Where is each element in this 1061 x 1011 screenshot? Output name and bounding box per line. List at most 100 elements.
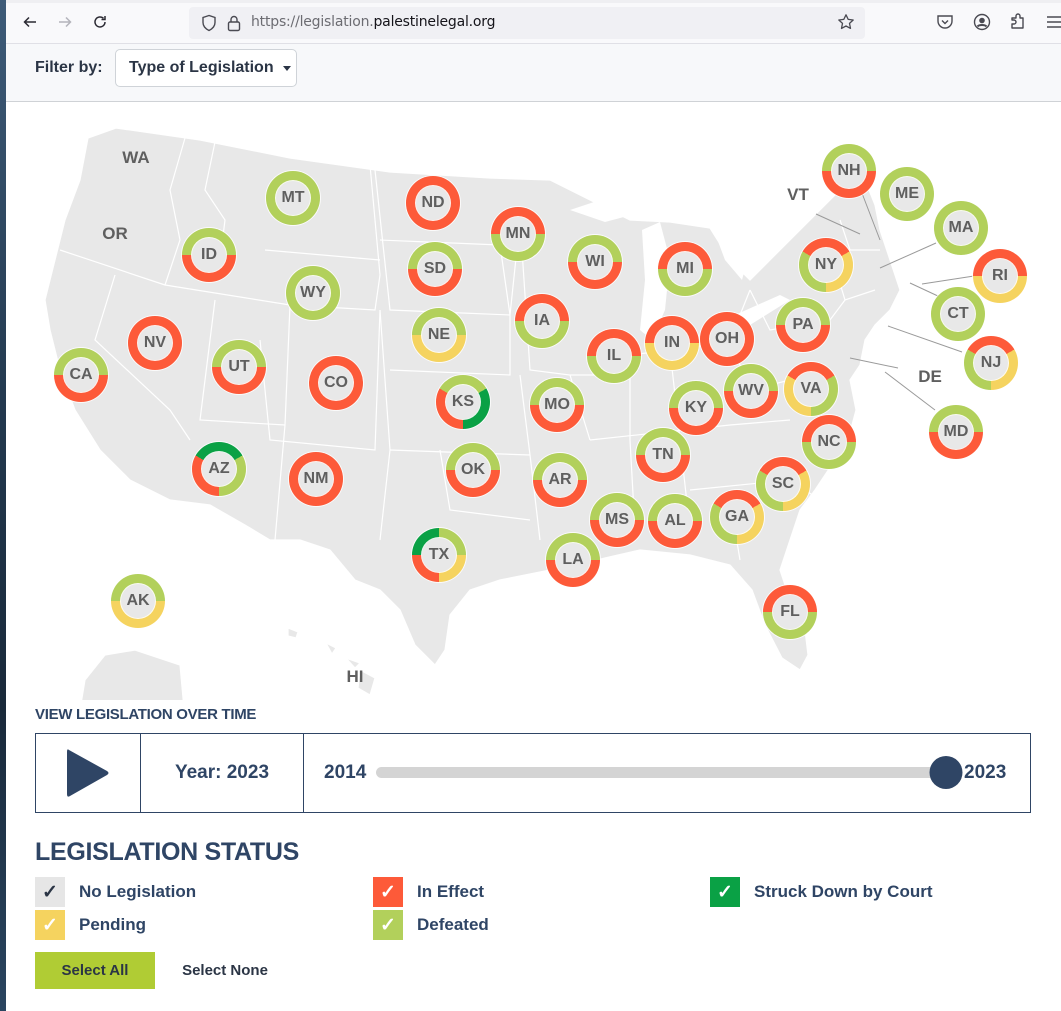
legend-label: Defeated (417, 915, 489, 934)
state-donut-ms[interactable]: MS (590, 493, 644, 547)
pocket-icon[interactable] (935, 12, 955, 32)
account-icon[interactable] (972, 12, 992, 32)
legend-item-pending[interactable]: ✓ Pending (35, 910, 146, 940)
legend-label: Struck Down by Court (754, 882, 933, 901)
state-donut-ok[interactable]: OK (446, 443, 500, 497)
reload-button[interactable] (88, 10, 112, 34)
year-slider: 2014 2023 (304, 734, 1030, 812)
state-donut-md[interactable]: MD (929, 405, 983, 459)
state-label-hi[interactable]: HI (347, 667, 364, 687)
state-donut-wi[interactable]: WI (568, 235, 622, 289)
state-donut-nc[interactable]: NC (802, 415, 856, 469)
state-donut-mi[interactable]: MI (658, 242, 712, 296)
checkbox-struck-down[interactable]: ✓ (710, 877, 740, 907)
state-donut-mo[interactable]: MO (530, 378, 584, 432)
state-abbr-label: CT (941, 297, 975, 331)
select-all-button[interactable]: Select All (35, 952, 155, 989)
state-label-or[interactable]: OR (102, 224, 128, 244)
state-donut-ia[interactable]: IA (515, 294, 569, 348)
state-donut-nh[interactable]: NH (822, 144, 876, 198)
state-donut-al[interactable]: AL (648, 494, 702, 548)
state-donut-tn[interactable]: TN (636, 428, 690, 482)
state-abbr-label: MS (600, 503, 634, 537)
state-donut-oh[interactable]: OH (700, 312, 754, 366)
url-text[interactable]: https://legislation.palestinelegal.org (251, 14, 496, 30)
state-donut-wv[interactable]: WV (724, 364, 778, 418)
state-donut-sd[interactable]: SD (408, 242, 462, 296)
state-label-vt[interactable]: VT (787, 185, 809, 205)
state-abbr-label: RI (983, 259, 1017, 293)
state-donut-ut[interactable]: UT (212, 340, 266, 394)
state-donut-fl[interactable]: FL (763, 585, 817, 639)
shield-icon[interactable] (201, 14, 217, 32)
select-none-button[interactable]: Select None (170, 952, 280, 989)
checkbox-in-effect[interactable]: ✓ (373, 877, 403, 907)
checkbox-no-legislation[interactable]: ✓ (35, 877, 65, 907)
extensions-icon[interactable] (1008, 12, 1028, 32)
filter-bar: Filter by: Type of Legislation (6, 44, 1061, 102)
legend-item-defeated[interactable]: ✓ Defeated (373, 910, 489, 940)
back-button[interactable] (18, 10, 42, 34)
state-donut-sc[interactable]: SC (756, 457, 810, 511)
legend-item-no-legislation[interactable]: ✓ No Legislation (35, 877, 196, 907)
state-abbr-label: MT (276, 181, 310, 215)
bookmark-star-icon[interactable] (837, 13, 855, 31)
state-donut-wy[interactable]: WY (286, 266, 340, 320)
timeline-title: VIEW LEGISLATION OVER TIME (35, 706, 257, 723)
state-donut-ky[interactable]: KY (669, 381, 723, 435)
state-donut-ny[interactable]: NY (799, 238, 853, 292)
state-donut-nv[interactable]: NV (128, 316, 182, 370)
state-donut-ri[interactable]: RI (973, 249, 1027, 303)
state-label-de[interactable]: DE (918, 367, 942, 387)
state-donut-nm[interactable]: NM (289, 452, 343, 506)
state-abbr-label: SD (418, 252, 452, 286)
state-donut-mt[interactable]: MT (266, 171, 320, 225)
slider-track[interactable] (376, 767, 946, 778)
legislation-type-dropdown[interactable]: Type of Legislation (115, 49, 297, 87)
state-donut-mn[interactable]: MN (491, 207, 545, 261)
state-donut-ct[interactable]: CT (931, 287, 985, 341)
legend-label: In Effect (417, 882, 485, 901)
checkbox-pending[interactable]: ✓ (35, 910, 65, 940)
state-donut-ak[interactable]: AK (111, 574, 165, 628)
us-legislation-map: WA OR VT DE HI MT ID WY NV UT CA CO AZ NM ND SD NE KS OK T… (30, 110, 1061, 700)
lock-icon[interactable] (227, 14, 241, 32)
state-donut-ar[interactable]: AR (533, 453, 587, 507)
checkbox-defeated[interactable]: ✓ (373, 910, 403, 940)
state-donut-tx[interactable]: TX (412, 528, 466, 582)
play-button[interactable] (36, 734, 141, 812)
legend-label: No Legislation (79, 882, 197, 901)
legend-item-in-effect[interactable]: ✓ In Effect (373, 877, 484, 907)
state-abbr-label: WI (578, 245, 612, 279)
url-bar[interactable]: https://legislation.palestinelegal.org (189, 7, 865, 39)
state-donut-nj[interactable]: NJ (964, 336, 1018, 390)
url-prefix: https://legislation. (251, 14, 374, 30)
state-donut-ga[interactable]: GA (710, 490, 764, 544)
state-donut-va[interactable]: VA (784, 362, 838, 416)
checkmark-icon: ✓ (380, 914, 396, 936)
state-abbr-label: MO (540, 388, 574, 422)
state-donut-ks[interactable]: KS (436, 375, 490, 429)
state-donut-ne[interactable]: NE (412, 308, 466, 362)
state-donut-pa[interactable]: PA (776, 298, 830, 352)
state-donut-ca[interactable]: CA (54, 348, 108, 402)
state-abbr-label: NC (812, 425, 846, 459)
caret-down-icon (282, 65, 291, 71)
slider-thumb[interactable] (929, 756, 963, 789)
state-abbr-label: NY (809, 248, 843, 282)
legend-item-struck-down[interactable]: ✓ Struck Down by Court (710, 877, 933, 907)
state-donut-nd[interactable]: ND (406, 176, 460, 230)
state-donut-la[interactable]: LA (546, 533, 600, 587)
checkmark-icon: ✓ (380, 881, 396, 903)
state-donut-co[interactable]: CO (309, 356, 363, 410)
state-donut-az[interactable]: AZ (192, 442, 246, 496)
state-donut-id[interactable]: ID (182, 228, 236, 282)
state-label-wa[interactable]: WA (122, 148, 149, 168)
menu-icon[interactable] (1044, 12, 1061, 32)
state-donut-me[interactable]: ME (880, 167, 934, 221)
timeline-panel: Year: 2023 2014 2023 (35, 733, 1031, 813)
state-donut-il[interactable]: IL (587, 329, 641, 383)
state-donut-ma[interactable]: MA (934, 201, 988, 255)
forward-button[interactable] (53, 10, 77, 34)
state-donut-in[interactable]: IN (645, 316, 699, 370)
